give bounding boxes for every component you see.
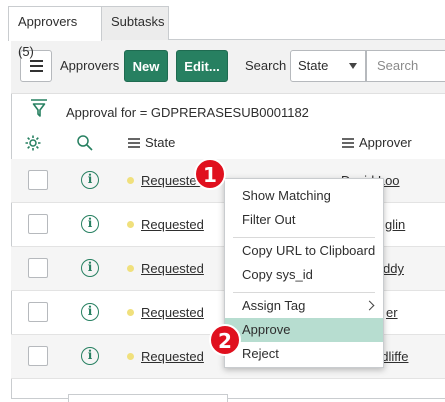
menu-divider (233, 237, 375, 238)
approver-link[interactable]: er (386, 305, 398, 320)
approver-link[interactable]: ddy (383, 261, 404, 276)
state-link[interactable]: Requested (141, 217, 204, 232)
column-header-state[interactable]: State (145, 135, 175, 150)
menu-item-copy-sys-id[interactable]: Copy sys_id (225, 263, 383, 287)
row-checkbox[interactable] (28, 214, 48, 234)
menu-item-reject[interactable]: Reject (225, 342, 383, 366)
info-icon[interactable]: i (81, 171, 99, 189)
search-input[interactable]: Search (366, 50, 445, 82)
row-checkbox[interactable] (28, 170, 48, 190)
search-field-value: State (298, 58, 329, 73)
state-link[interactable]: Requested (141, 349, 204, 364)
menu-item-copy-url[interactable]: Copy URL to Clipboard (225, 239, 383, 263)
state-indicator (127, 309, 134, 316)
approver-link[interactable]: glin (385, 217, 405, 232)
info-icon[interactable]: i (81, 347, 99, 365)
menu-item-label: Assign Tag (242, 298, 306, 313)
search-label: Search (245, 58, 287, 73)
info-icon[interactable]: i (81, 215, 99, 233)
menu-item-show-matching[interactable]: Show Matching (225, 184, 383, 208)
tab-approvers[interactable]: Approvers (5) (8, 6, 102, 59)
column-menu-icon[interactable] (128, 138, 140, 148)
column-menu-icon[interactable] (342, 138, 354, 148)
gear-icon[interactable] (24, 134, 42, 152)
column-header-approver[interactable]: Approver (359, 135, 412, 150)
search-field-select[interactable]: State (290, 50, 366, 82)
info-icon[interactable]: i (81, 303, 99, 321)
state-link[interactable]: Requested (141, 261, 204, 276)
state-indicator (127, 177, 134, 184)
chevron-down-icon (349, 63, 357, 69)
tab-bar: Approvers (5) Subtasks (0, 0, 445, 59)
state-indicator (127, 221, 134, 228)
row-checkbox[interactable] (28, 302, 48, 322)
state-indicator (127, 265, 134, 272)
step-badge-2: 2 (209, 324, 241, 356)
info-icon[interactable]: i (81, 259, 99, 277)
tab-subtasks[interactable]: Subtasks (101, 6, 169, 40)
state-indicator (127, 353, 134, 360)
step-badge-1: 1 (194, 158, 226, 190)
context-menu: Show Matching Filter Out Copy URL to Cli… (224, 178, 384, 368)
edit-button[interactable]: Edit... (176, 50, 228, 82)
menu-item-filter-out[interactable]: Filter Out (225, 208, 383, 232)
row-checkbox[interactable] (28, 258, 48, 278)
breadcrumb[interactable]: Approval for = GDPRERASESUB0001182 (66, 105, 309, 120)
new-button[interactable]: New (124, 50, 168, 82)
menu-divider (233, 292, 375, 293)
row-checkbox[interactable] (28, 346, 48, 366)
menu-item-assign-tag[interactable]: Assign Tag (225, 294, 383, 318)
list-title: Approvers (60, 58, 120, 73)
chevron-right-icon (364, 300, 375, 311)
menu-item-approve[interactable]: Approve (225, 318, 383, 342)
state-link[interactable]: Requested (141, 305, 204, 320)
pagination-stub (68, 394, 228, 402)
search-icon[interactable] (76, 134, 94, 152)
filter-icon[interactable] (30, 98, 48, 118)
